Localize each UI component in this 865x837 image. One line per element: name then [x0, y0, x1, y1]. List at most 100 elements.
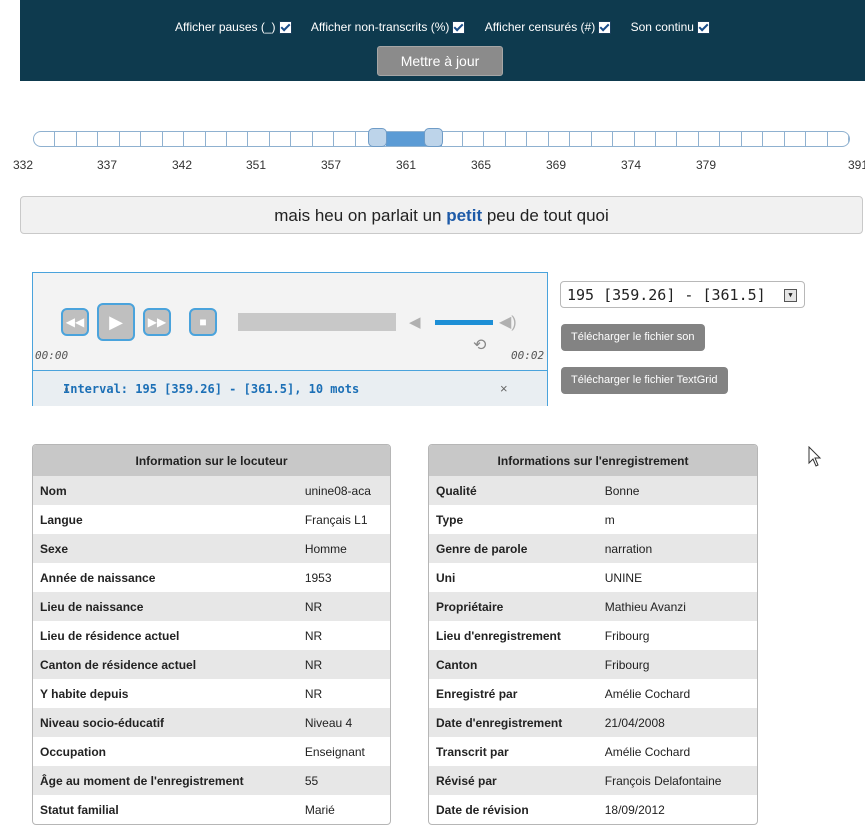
slider-tick-label: 332 — [12, 158, 33, 172]
table-row: Âge au moment de l'enregistrement 55 — [33, 766, 390, 795]
show-untranscribed-checkbox[interactable] — [452, 20, 466, 34]
slider-tick-label: 369 — [545, 158, 567, 172]
show-pauses-checkbox[interactable] — [278, 20, 292, 34]
slider-segment[interactable] — [592, 132, 614, 146]
fast-forward-icon[interactable]: ▶▶ — [143, 308, 171, 336]
slider-segment[interactable] — [227, 132, 249, 146]
slider-segment[interactable] — [463, 132, 485, 146]
play-icon[interactable]: ▶ — [97, 303, 135, 341]
rewind-icon[interactable]: ◀◀ — [61, 308, 89, 336]
row-key: Canton de résidence actuel — [33, 650, 302, 679]
slider-segment[interactable] — [313, 132, 335, 146]
show-censored-checkbox[interactable] — [598, 20, 612, 34]
row-value: UNINE — [604, 570, 643, 585]
progress-bar[interactable] — [238, 313, 396, 331]
slider-segment[interactable] — [442, 132, 463, 146]
mute-icon[interactable]: ◀ — [409, 313, 421, 331]
option-show-pauses[interactable]: Afficher pauses (_) — [175, 19, 292, 34]
slider-segment[interactable] — [613, 132, 635, 146]
download-textgrid-button[interactable]: Télécharger le fichier TextGrid — [561, 367, 728, 394]
slider-segment[interactable] — [570, 132, 592, 146]
table-row: Date d'enregistrement 21/04/2008 — [429, 708, 757, 737]
slider-segment[interactable] — [806, 132, 828, 146]
slider-segment[interactable] — [484, 132, 506, 146]
option-continuous-sound[interactable]: Son continu — [631, 19, 710, 34]
slider-segment[interactable] — [549, 132, 571, 146]
slider-left-handle[interactable] — [368, 128, 387, 147]
slider-segment[interactable] — [34, 132, 56, 146]
row-value: Fribourg — [601, 650, 757, 679]
table-row: Enregistré par Amélie Cochard — [429, 679, 757, 708]
slider-segment[interactable] — [184, 132, 206, 146]
interval-select[interactable]: 195 [359.26] - [361.5] ▼ — [560, 281, 805, 308]
mouse-cursor-icon — [808, 446, 822, 467]
slider-segment[interactable] — [270, 132, 292, 146]
slider-segment[interactable] — [763, 132, 785, 146]
table-row: Lieu d'enregistrement Fribourg — [429, 621, 757, 650]
row-key: Lieu d'enregistrement — [436, 628, 561, 643]
row-key: Occupation — [40, 744, 107, 759]
slider-segment[interactable] — [720, 132, 742, 146]
interval-label[interactable]: Interval: 195 [359.26] - [361.5], 10 mot… — [63, 382, 359, 396]
slider-segment[interactable] — [291, 132, 313, 146]
slider-segment[interactable] — [635, 132, 656, 146]
table-row: Canton de résidence actuel NR — [33, 650, 390, 679]
slider-segment[interactable] — [77, 132, 99, 146]
options-row: Afficher pauses (_) Afficher non-transcr… — [20, 19, 865, 34]
continuous-sound-checkbox[interactable] — [696, 20, 710, 34]
row-value: Fribourg — [604, 628, 650, 643]
row-value: NR — [301, 650, 390, 679]
table-row: Sexe Homme — [33, 534, 390, 563]
slider-segment[interactable] — [163, 132, 185, 146]
chevron-down-icon[interactable]: ▼ — [784, 289, 797, 302]
slider-right-handle[interactable] — [424, 128, 443, 147]
option-show-censored[interactable]: Afficher censurés (#) — [485, 19, 612, 34]
slider-tick-label: 342 — [171, 158, 193, 172]
slider-segment[interactable] — [527, 132, 549, 146]
volume-max-icon[interactable]: ◀) — [499, 312, 517, 332]
option-label: Afficher censurés (#) — [484, 20, 596, 35]
slider-segment[interactable] — [506, 132, 528, 146]
transcript-line: mais heu on parlait un petit peu de tout… — [20, 196, 863, 234]
table-row: Y habite depuis NR — [33, 679, 390, 708]
slider-segment[interactable] — [828, 132, 849, 146]
transcript-highlight-word[interactable]: petit — [446, 206, 482, 225]
slider-segment[interactable] — [742, 132, 764, 146]
option-show-untranscribed[interactable]: Afficher non-transcrits (%) — [311, 19, 466, 34]
slider-segment[interactable] — [785, 132, 807, 146]
row-value: m — [604, 512, 615, 527]
duration: 00:02 — [511, 349, 545, 362]
slider-tick-label: 361 — [395, 158, 417, 172]
loop-icon[interactable]: ⟲ — [473, 335, 486, 355]
slider-segment[interactable] — [656, 132, 678, 146]
close-icon[interactable]: × — [500, 381, 508, 396]
slider-tick-label: 357 — [320, 158, 342, 172]
row-key: Langue — [40, 512, 83, 527]
download-sound-button[interactable]: Télécharger le fichier son — [561, 324, 705, 351]
slider-segment[interactable] — [141, 132, 163, 146]
table-row: Langue Français L1 — [33, 505, 390, 534]
slider-tick-label: 351 — [245, 158, 267, 172]
slider-segment[interactable] — [98, 132, 120, 146]
playlist-bar: Interval: 195 [359.26] - [361.5], 10 mot… — [33, 370, 547, 406]
slider-segment[interactable] — [334, 132, 356, 146]
row-value: Marié — [304, 802, 335, 817]
row-value: 21/04/2008 — [601, 708, 757, 737]
slider-tick-label: 365 — [470, 158, 492, 172]
slider-segment[interactable] — [55, 132, 77, 146]
update-button[interactable]: Mettre à jour — [377, 46, 503, 76]
slider-segment[interactable] — [699, 132, 721, 146]
row-value: Bonne — [601, 476, 757, 505]
slider-segment[interactable] — [248, 132, 270, 146]
stop-icon[interactable]: ■ — [189, 308, 217, 336]
slider-segment[interactable] — [120, 132, 142, 146]
row-value: 1953 — [304, 570, 332, 585]
slider-segment[interactable] — [206, 132, 228, 146]
volume-bar[interactable] — [435, 320, 493, 325]
slider-segment[interactable] — [677, 132, 699, 146]
row-value: 18/09/2012 — [604, 802, 665, 817]
row-value: NR — [304, 686, 323, 701]
row-key: Lieu de résidence actuel — [40, 628, 180, 643]
recording-info-table: Informations sur l'enregistrement Qualit… — [428, 444, 758, 825]
row-key: Date d'enregistrement — [429, 708, 602, 737]
